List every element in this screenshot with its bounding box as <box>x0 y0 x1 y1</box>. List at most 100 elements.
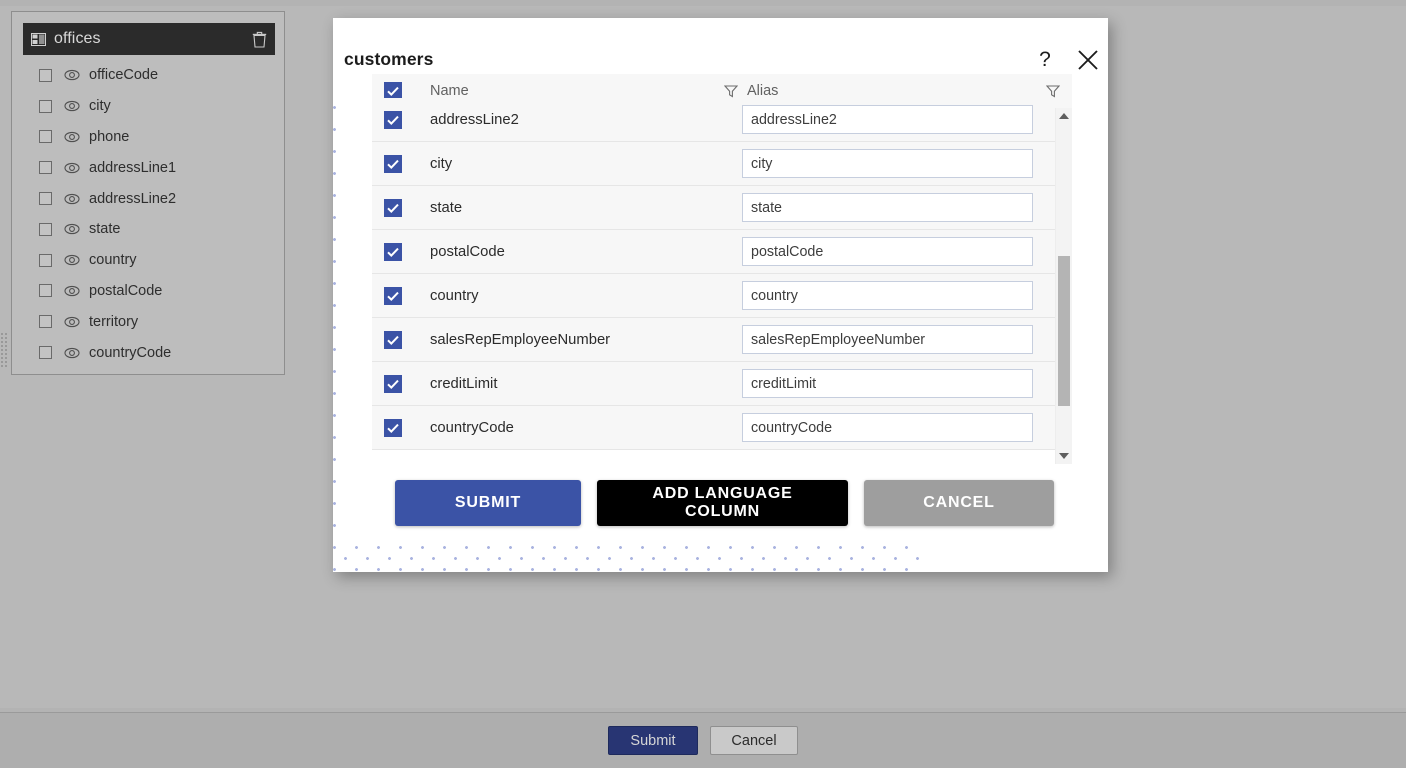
scroll-up-arrow-icon[interactable] <box>1056 108 1072 124</box>
field-name-label: state <box>89 221 121 238</box>
field-checkbox[interactable] <box>39 99 52 113</box>
row-checkbox[interactable] <box>384 154 402 173</box>
row-alias-input[interactable] <box>742 149 1033 178</box>
field-name-label: territory <box>89 313 139 330</box>
field-checkbox[interactable] <box>39 130 52 144</box>
row-checkbox[interactable] <box>384 418 402 437</box>
field-name-label: country <box>89 252 137 269</box>
filter-funnel-icon[interactable] <box>1046 84 1060 98</box>
row-column-name: postalCode <box>430 243 505 260</box>
row-column-name: country <box>430 287 479 304</box>
eye-icon[interactable] <box>64 100 80 112</box>
page-root: offices officeCode city phone addressLine1 a… <box>0 0 1406 768</box>
field-list: officeCode city phone addressLine1 addressLi… <box>23 60 275 368</box>
eye-icon[interactable] <box>64 347 80 359</box>
scroll-down-arrow-icon[interactable] <box>1056 448 1072 464</box>
scrollbar-thumb[interactable] <box>1058 256 1070 406</box>
page-footer-bar: Submit Cancel <box>0 712 1406 768</box>
field-name-label: addressLine1 <box>89 159 177 176</box>
close-icon[interactable] <box>1075 47 1101 73</box>
row-checkbox[interactable] <box>384 198 402 217</box>
table-row[interactable]: city <box>372 142 1055 186</box>
field-name-label: addressLine2 <box>89 190 177 207</box>
row-column-name: creditLimit <box>430 375 498 392</box>
row-alias-input[interactable] <box>742 281 1033 310</box>
eye-icon[interactable] <box>64 69 80 81</box>
row-alias-input[interactable] <box>742 237 1033 266</box>
field-checkbox[interactable] <box>39 222 52 236</box>
table-icon <box>31 32 46 46</box>
row-checkbox[interactable] <box>384 110 402 129</box>
dialog-title: customers <box>344 49 434 69</box>
table-row[interactable]: creditLimit <box>372 362 1055 406</box>
row-column-name: state <box>430 199 463 216</box>
field-name-label: phone <box>89 128 130 145</box>
field-name-label: countryCode <box>89 344 172 361</box>
submit-button[interactable]: SUBMIT <box>395 480 581 526</box>
table-row[interactable]: addressLine2 <box>372 98 1055 142</box>
field-row[interactable]: addressLine2 <box>23 183 275 214</box>
help-icon[interactable]: ? <box>1032 46 1058 74</box>
sidebar-table-header[interactable]: offices <box>23 23 275 55</box>
field-checkbox[interactable] <box>39 192 52 206</box>
field-checkbox[interactable] <box>39 253 52 267</box>
customers-mapping-dialog: customers ? Name Alias addressLine2 addr… <box>333 18 1108 572</box>
column-header-name[interactable]: Name <box>430 83 725 99</box>
table-row[interactable]: state <box>372 186 1055 230</box>
field-name-label: city <box>89 98 111 115</box>
row-checkbox[interactable] <box>384 286 402 305</box>
row-checkbox[interactable] <box>384 374 402 393</box>
field-row[interactable]: phone <box>23 122 275 153</box>
table-row[interactable]: country <box>372 274 1055 318</box>
field-row[interactable]: countryCode <box>23 337 275 368</box>
field-row[interactable]: territory <box>23 306 275 337</box>
table-body: addressLine2 city state postalCode country sa… <box>372 98 1055 454</box>
row-alias-input[interactable] <box>742 193 1033 222</box>
row-alias-input[interactable] <box>742 325 1033 354</box>
field-row[interactable]: addressLine1 <box>23 152 275 183</box>
row-column-name: city <box>430 155 453 172</box>
field-checkbox[interactable] <box>39 346 52 360</box>
field-row[interactable]: country <box>23 245 275 276</box>
field-checkbox[interactable] <box>39 161 52 175</box>
table-row[interactable]: postalCode <box>372 230 1055 274</box>
eye-icon[interactable] <box>64 316 80 328</box>
footer-submit-button[interactable]: Submit <box>608 726 698 755</box>
row-column-name: addressLine2 <box>430 111 519 128</box>
sidebar-table-title: offices <box>54 30 101 47</box>
field-name-label: officeCode <box>89 67 159 84</box>
row-column-name: salesRepEmployeeNumber <box>430 331 611 348</box>
filter-funnel-icon[interactable] <box>724 84 738 98</box>
eye-icon[interactable] <box>64 223 80 235</box>
eye-icon[interactable] <box>64 193 80 205</box>
field-row[interactable]: officeCode <box>23 60 275 91</box>
column-mapping-table: Name Alias addressLine2 city state postalCo… <box>372 74 1072 464</box>
table-scrollbar[interactable] <box>1055 108 1072 464</box>
row-alias-input[interactable] <box>742 413 1033 442</box>
eye-icon[interactable] <box>64 285 80 297</box>
column-header-alias[interactable]: Alias <box>747 83 778 99</box>
field-row[interactable]: postalCode <box>23 276 275 307</box>
add-language-column-button[interactable]: ADD LANGUAGE COLUMN <box>597 480 848 526</box>
dialog-action-buttons: SUBMIT ADD LANGUAGE COLUMN CANCEL <box>395 480 1054 526</box>
eye-icon[interactable] <box>64 254 80 266</box>
eye-icon[interactable] <box>64 162 80 174</box>
panel-resize-handle[interactable] <box>0 332 9 368</box>
row-alias-input[interactable] <box>742 105 1033 134</box>
field-row[interactable]: state <box>23 214 275 245</box>
field-checkbox[interactable] <box>39 68 52 82</box>
cancel-button[interactable]: CANCEL <box>864 480 1054 526</box>
field-row[interactable]: city <box>23 91 275 122</box>
field-checkbox[interactable] <box>39 284 52 298</box>
table-row[interactable]: salesRepEmployeeNumber <box>372 318 1055 362</box>
table-row[interactable]: countryCode <box>372 406 1055 450</box>
row-alias-input[interactable] <box>742 369 1033 398</box>
row-column-name: countryCode <box>430 419 514 436</box>
trash-icon[interactable] <box>252 31 267 48</box>
row-checkbox[interactable] <box>384 242 402 261</box>
row-checkbox[interactable] <box>384 330 402 349</box>
field-checkbox[interactable] <box>39 315 52 329</box>
footer-cancel-button[interactable]: Cancel <box>710 726 798 755</box>
offices-table-card: offices officeCode city phone addressLine1 a… <box>11 11 285 375</box>
eye-icon[interactable] <box>64 131 80 143</box>
